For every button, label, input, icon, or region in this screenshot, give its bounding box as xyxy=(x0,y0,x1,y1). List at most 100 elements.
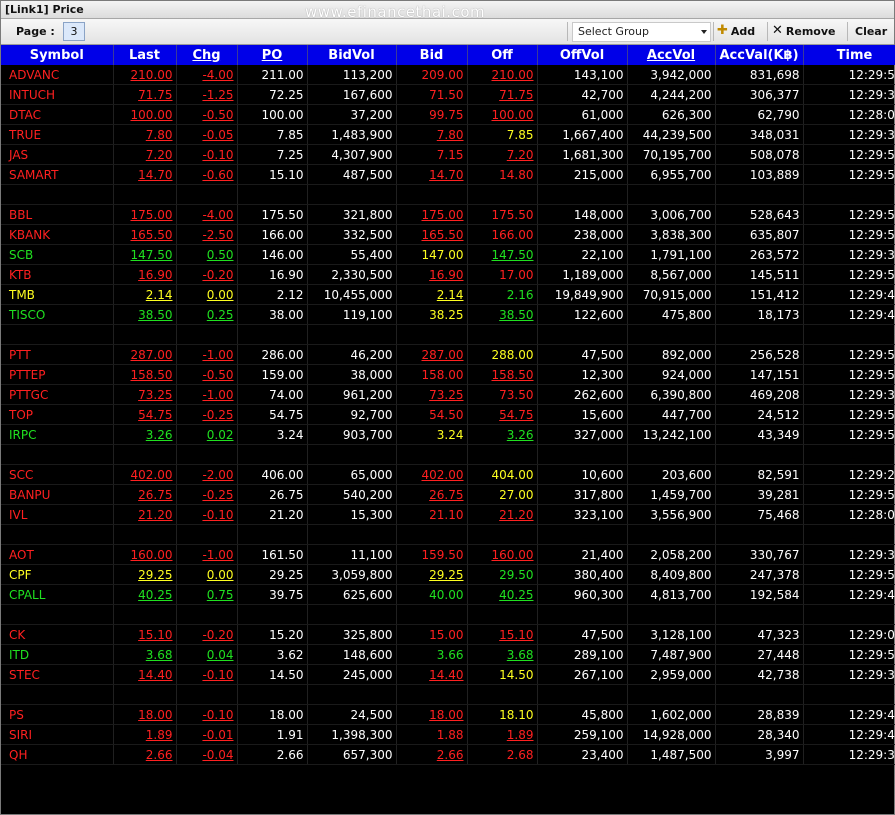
clear-button[interactable]: Clear xyxy=(855,23,887,40)
cell-offvol: 61,000 xyxy=(537,104,628,125)
col-chg[interactable]: Chg xyxy=(176,45,238,65)
cell-bidvol: 903,700 xyxy=(307,424,397,445)
cell-accval: 528,643 xyxy=(715,204,804,225)
col-time[interactable]: Time xyxy=(803,45,895,65)
cell-off: 29.50 xyxy=(467,564,538,585)
table-row[interactable]: PTTGC 73.25 -1.00 74.00 961,200 73.25 73.50 262… xyxy=(1,384,895,405)
table-row[interactable]: CPALL 40.25 0.75 39.75 625,600 40.00 40.25 960,… xyxy=(1,584,895,605)
table-row[interactable]: TISCO 38.50 0.25 38.00 119,100 38.25 38.50 122,… xyxy=(1,304,895,325)
table-row[interactable]: TRUE 7.80 -0.05 7.85 1,483,900 7.80 7.85 1,667,… xyxy=(1,124,895,145)
table-row[interactable]: ITD 3.68 0.04 3.62 148,600 3.66 3.68 289,100 7,4… xyxy=(1,644,895,665)
cell-accvol: 626,300 xyxy=(627,104,716,125)
table-row[interactable]: IRPC 3.26 0.02 3.24 903,700 3.24 3.26 327,000 13… xyxy=(1,424,895,445)
cell-empty xyxy=(715,444,804,465)
cell-empty xyxy=(627,184,716,205)
cell-empty xyxy=(237,324,308,345)
cell-last: 54.75 xyxy=(113,404,177,425)
cell-accvol: 1,487,500 xyxy=(627,744,716,765)
col-po[interactable]: PO xyxy=(237,45,308,65)
cell-empty xyxy=(1,524,114,545)
window-title: [Link1] Price xyxy=(5,3,84,16)
col-accvol[interactable]: AccVol xyxy=(627,45,716,65)
table-row[interactable]: TOP 54.75 -0.25 54.75 92,700 54.50 54.75 15,600… xyxy=(1,404,895,425)
table-row[interactable]: CK 15.10 -0.20 15.20 325,800 15.00 15.10 47,500… xyxy=(1,624,895,645)
cell-off: 288.00 xyxy=(467,344,538,365)
table-row[interactable]: SCB 147.50 0.50 146.00 55,400 147.00 147.50 22,… xyxy=(1,244,895,265)
cell-po: 7.85 xyxy=(237,124,308,145)
cell-chg: -0.10 xyxy=(176,144,238,165)
table-row[interactable]: JAS 7.20 -0.10 7.25 4,307,900 7.15 7.20 1,681,3… xyxy=(1,144,895,165)
table-row[interactable]: IVL 21.20 -0.10 21.20 15,300 21.10 21.20 323,10… xyxy=(1,504,895,525)
table-row[interactable]: SAMART 14.70 -0.60 15.10 487,500 14.70 14.80 21… xyxy=(1,164,895,185)
cell-last: 2.14 xyxy=(113,284,177,305)
cell-bidvol: 4,307,900 xyxy=(307,144,397,165)
cell-bid: 99.75 xyxy=(396,104,468,125)
cell-empty xyxy=(627,444,716,465)
cell-offvol: 289,100 xyxy=(537,644,628,665)
cell-last: 1.89 xyxy=(113,724,177,745)
group-select[interactable]: Select Group xyxy=(572,22,711,42)
add-button[interactable]: ✚ Add xyxy=(717,23,755,40)
table-row-empty[interactable] xyxy=(1,444,895,465)
table-row-empty[interactable] xyxy=(1,324,895,345)
cell-off: 2.16 xyxy=(467,284,538,305)
separator xyxy=(567,22,568,41)
table-row-empty[interactable] xyxy=(1,524,895,545)
cell-time: 12:29:59 xyxy=(803,65,895,85)
cell-empty xyxy=(467,524,538,545)
table-row[interactable]: AOT 160.00 -1.00 161.50 11,100 159.50 160.00 21… xyxy=(1,544,895,565)
table-row[interactable]: PTT 287.00 -1.00 286.00 46,200 287.00 288.00 47… xyxy=(1,344,895,365)
cell-time: 12:29:20 xyxy=(803,464,895,485)
cell-po: 16.90 xyxy=(237,264,308,285)
cell-empty xyxy=(113,524,177,545)
remove-button[interactable]: ✕ Remove xyxy=(772,23,836,40)
cell-bidvol: 167,600 xyxy=(307,84,397,105)
col-symbol[interactable]: Symbol xyxy=(1,45,114,65)
table-row[interactable]: ADVANC 210.00 -4.00 211.00 113,200 209.00 210.… xyxy=(1,65,895,85)
cell-po: 175.50 xyxy=(237,204,308,225)
col-bid[interactable]: Bid xyxy=(396,45,468,65)
cell-accval: 42,738 xyxy=(715,664,804,685)
cell-empty xyxy=(176,684,238,705)
col-bidvol[interactable]: BidVol xyxy=(307,45,397,65)
page-number-input[interactable]: 3 xyxy=(63,22,85,41)
cell-accval: 24,512 xyxy=(715,404,804,425)
cell-last: 18.00 xyxy=(113,704,177,725)
table-row-empty[interactable] xyxy=(1,184,895,205)
table-row[interactable]: KBANK 165.50 -2.50 166.00 332,500 165.50 166.0… xyxy=(1,224,895,245)
cell-accvol: 2,058,200 xyxy=(627,544,716,565)
table-row[interactable]: SIRI 1.89 -0.01 1.91 1,398,300 1.88 1.89 259,10… xyxy=(1,724,895,745)
cell-chg: 0.50 xyxy=(176,244,238,265)
remove-label: Remove xyxy=(785,25,836,38)
cell-bid: 287.00 xyxy=(396,344,468,365)
table-row[interactable]: PTTEP 158.50 -0.50 159.00 38,000 158.00 158.50… xyxy=(1,364,895,385)
cell-empty xyxy=(307,604,397,625)
table-row[interactable]: BBL 175.00 -4.00 175.50 321,800 175.00 175.50 1… xyxy=(1,204,895,225)
cell-po: 15.10 xyxy=(237,164,308,185)
cell-bidvol: 540,200 xyxy=(307,484,397,505)
table-row[interactable]: DTAC 100.00 -0.50 100.00 37,200 99.75 100.00 61… xyxy=(1,104,895,125)
table-row[interactable]: CPF 29.25 0.00 29.25 3,059,800 29.25 29.50 380,… xyxy=(1,564,895,585)
table-row-empty[interactable] xyxy=(1,604,895,625)
cell-symbol: STEC xyxy=(1,664,114,685)
cell-bidvol: 245,000 xyxy=(307,664,397,685)
cell-chg: -0.60 xyxy=(176,164,238,185)
col-offvol[interactable]: OffVol xyxy=(537,45,628,65)
cell-offvol: 262,600 xyxy=(537,384,628,405)
table-row[interactable]: QH 2.66 -0.04 2.66 657,300 2.66 2.68 23,400 1,48… xyxy=(1,744,895,765)
col-accval[interactable]: AccVal(K฿) xyxy=(715,45,804,65)
table-row[interactable]: BANPU 26.75 -0.25 26.75 540,200 26.75 27.00 317… xyxy=(1,484,895,505)
cell-bidvol: 55,400 xyxy=(307,244,397,265)
table-row[interactable]: SCC 402.00 -2.00 406.00 65,000 402.00 404.00 10… xyxy=(1,464,895,485)
table-row[interactable]: KTB 16.90 -0.20 16.90 2,330,500 16.90 17.00 1,1… xyxy=(1,264,895,285)
cell-po: 166.00 xyxy=(237,224,308,245)
col-last[interactable]: Last xyxy=(113,45,177,65)
table-row[interactable]: STEC 14.40 -0.10 14.50 245,000 14.40 14.50 267,… xyxy=(1,664,895,685)
cell-symbol: PTT xyxy=(1,344,114,365)
table-row[interactable]: TMB 2.14 0.00 2.12 10,455,000 2.14 2.16 19,849,… xyxy=(1,284,895,305)
table-row[interactable]: PS 18.00 -0.10 18.00 24,500 18.00 18.10 45,800 1… xyxy=(1,704,895,725)
cell-off: 38.50 xyxy=(467,304,538,325)
col-off[interactable]: Off xyxy=(467,45,538,65)
table-row[interactable]: INTUCH 71.75 -1.25 72.25 167,600 71.50 71.75 42… xyxy=(1,84,895,105)
table-row-empty[interactable] xyxy=(1,684,895,705)
